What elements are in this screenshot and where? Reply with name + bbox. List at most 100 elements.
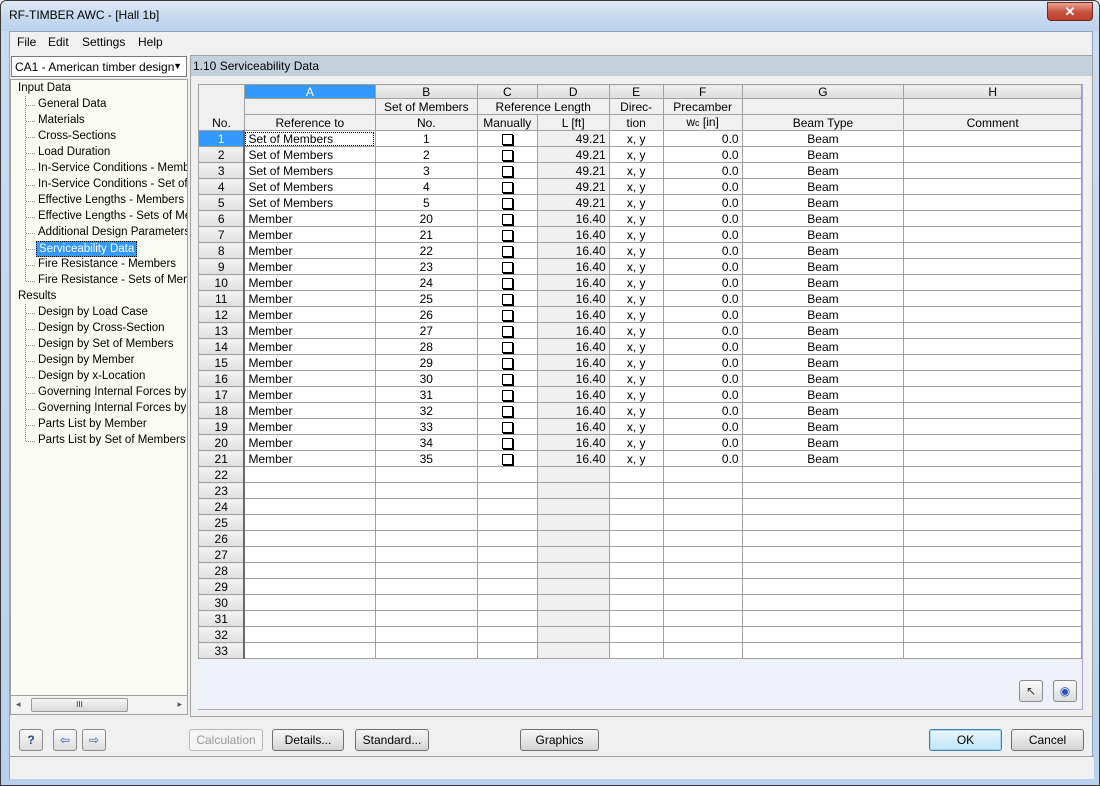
tree-item[interactable]: Design by Cross-Section <box>36 321 167 337</box>
cell-member-no[interactable] <box>374 642 478 659</box>
cell-beam-type[interactable]: Beam <box>741 274 905 291</box>
cell-comment[interactable] <box>903 530 1082 547</box>
cell-direction[interactable]: x, y <box>608 210 664 227</box>
help-button[interactable]: ? <box>19 729 43 751</box>
cell-beam-type[interactable] <box>741 530 905 547</box>
column-letter-c[interactable]: C <box>476 84 538 99</box>
cell-beam-type[interactable]: Beam <box>741 402 905 419</box>
row-number[interactable]: 11 <box>198 290 246 307</box>
cell-precamber[interactable]: 0.0 <box>662 402 743 419</box>
tree-item[interactable]: Cross-Sections <box>36 129 118 145</box>
cell-beam-type[interactable]: Beam <box>741 146 905 163</box>
cell-member-no[interactable] <box>374 466 478 483</box>
row-number[interactable]: 12 <box>198 306 246 323</box>
cell-precamber[interactable]: 0.0 <box>662 162 743 179</box>
cell-member-no[interactable]: 33 <box>374 418 478 435</box>
cell-member-no[interactable] <box>374 610 478 627</box>
manually-checkbox[interactable] <box>501 357 513 369</box>
cell-member-no[interactable]: 29 <box>374 354 478 371</box>
cell-member-no[interactable]: 34 <box>374 434 478 451</box>
row-number[interactable]: 3 <box>198 162 246 179</box>
row-number[interactable]: 23 <box>198 482 246 499</box>
tree-item[interactable]: Parts List by Member <box>36 417 149 433</box>
cell-member-no[interactable]: 1 <box>374 130 478 147</box>
cell-member-no[interactable] <box>374 514 478 531</box>
cell-member-no[interactable]: 32 <box>374 402 478 419</box>
cell-precamber[interactable]: 0.0 <box>662 338 743 355</box>
cell-precamber[interactable] <box>662 594 743 611</box>
cell-member-no[interactable]: 22 <box>374 242 478 259</box>
standard-button[interactable]: Standard... <box>355 729 429 751</box>
cell-direction[interactable] <box>608 578 664 595</box>
ok-button[interactable]: OK <box>929 729 1002 751</box>
cell-beam-type[interactable] <box>741 466 905 483</box>
row-number[interactable]: 26 <box>198 530 246 547</box>
cell-direction[interactable]: x, y <box>608 338 664 355</box>
cell-reference-to[interactable]: Set of Members <box>243 162 376 179</box>
tree-item[interactable]: Fire Resistance - Sets of Members <box>36 273 187 289</box>
cell-comment[interactable] <box>903 482 1082 499</box>
cell-direction[interactable]: x, y <box>608 146 664 163</box>
cell-reference-to[interactable]: Set of Members <box>243 194 376 211</box>
cell-beam-type[interactable]: Beam <box>741 194 905 211</box>
cell-reference-to[interactable] <box>243 642 376 659</box>
menu-help[interactable]: Help <box>138 35 163 49</box>
row-number[interactable]: 13 <box>198 322 246 339</box>
cell-comment[interactable] <box>903 450 1082 467</box>
cell-direction[interactable] <box>608 610 664 627</box>
cell-comment[interactable] <box>903 498 1082 515</box>
cell-comment[interactable] <box>903 178 1082 195</box>
cell-comment[interactable] <box>903 466 1082 483</box>
manually-checkbox[interactable] <box>501 149 513 161</box>
cell-beam-type[interactable]: Beam <box>741 322 905 339</box>
cell-comment[interactable] <box>903 418 1082 435</box>
cell-precamber[interactable]: 0.0 <box>662 178 743 195</box>
cell-comment[interactable] <box>903 290 1082 307</box>
cell-precamber[interactable]: 0.0 <box>662 386 743 403</box>
cell-precamber[interactable] <box>662 578 743 595</box>
cell-member-no[interactable] <box>374 498 478 515</box>
cell-manually[interactable] <box>476 306 538 323</box>
cell-direction[interactable]: x, y <box>608 178 664 195</box>
cell-member-no[interactable]: 28 <box>374 338 478 355</box>
cell-manually[interactable] <box>476 258 538 275</box>
cell-direction[interactable]: x, y <box>608 130 664 147</box>
cell-precamber[interactable]: 0.0 <box>662 258 743 275</box>
cell-reference-to[interactable]: Member <box>243 210 376 227</box>
cell-beam-type[interactable] <box>741 546 905 563</box>
column-letter-a[interactable]: A <box>243 84 376 99</box>
cell-manually[interactable] <box>476 610 538 627</box>
cell-member-no[interactable] <box>374 482 478 499</box>
cell-beam-type[interactable] <box>741 562 905 579</box>
cell-beam-type[interactable]: Beam <box>741 162 905 179</box>
menu-edit[interactable]: Edit <box>48 35 69 49</box>
cell-precamber[interactable]: 0.0 <box>662 306 743 323</box>
cell-member-no[interactable]: 4 <box>374 178 478 195</box>
row-number[interactable]: 10 <box>198 274 246 291</box>
cell-manually[interactable] <box>476 626 538 643</box>
tree-item[interactable]: Fire Resistance - Members <box>36 257 178 273</box>
cell-reference-to[interactable]: Member <box>243 290 376 307</box>
cell-member-no[interactable] <box>374 562 478 579</box>
cell-precamber[interactable]: 0.0 <box>662 226 743 243</box>
cell-direction[interactable]: x, y <box>608 322 664 339</box>
cell-beam-type[interactable] <box>741 482 905 499</box>
row-number[interactable]: 15 <box>198 354 246 371</box>
cell-manually[interactable] <box>476 386 538 403</box>
graphics-button[interactable]: Graphics <box>520 729 599 751</box>
cell-precamber[interactable]: 0.0 <box>662 242 743 259</box>
cell-member-no[interactable]: 3 <box>374 162 478 179</box>
previous-window-button[interactable]: ⇦ <box>53 729 77 751</box>
view-mode-button[interactable]: ◉ <box>1053 680 1077 702</box>
tree-item[interactable]: Additional Design Parameters <box>36 225 187 241</box>
cell-reference-to[interactable]: Member <box>243 450 376 467</box>
cell-comment[interactable] <box>903 434 1082 451</box>
row-number[interactable]: 25 <box>198 514 246 531</box>
case-selector[interactable]: CA1 - American timber design ▼ <box>11 56 187 77</box>
cell-member-no[interactable] <box>374 578 478 595</box>
cell-comment[interactable] <box>903 642 1082 659</box>
cell-member-no[interactable] <box>374 626 478 643</box>
column-letter-e[interactable]: E <box>608 84 664 99</box>
tree-item[interactable]: General Data <box>36 97 108 113</box>
manually-checkbox[interactable] <box>501 213 513 225</box>
